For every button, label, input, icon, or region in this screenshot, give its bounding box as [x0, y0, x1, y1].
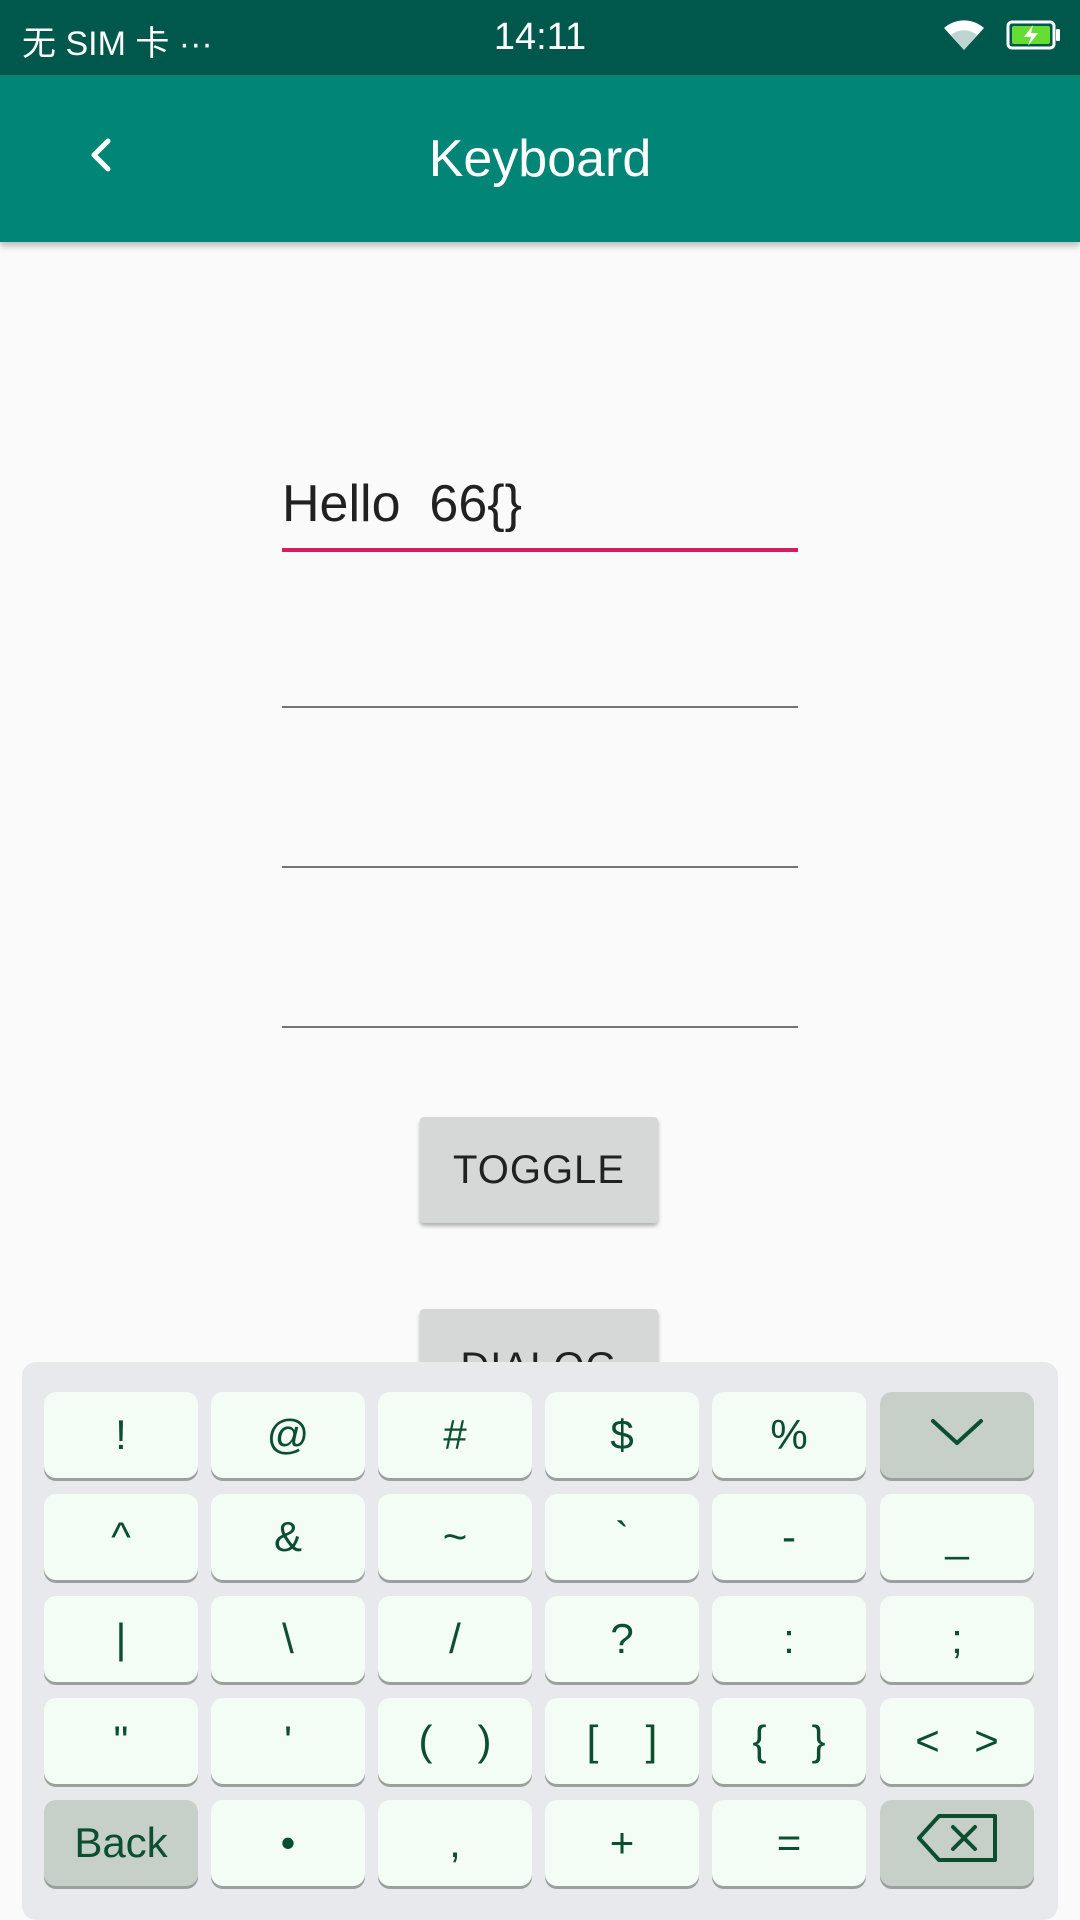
key-hyphen[interactable]: - — [712, 1494, 866, 1580]
key-comma[interactable]: , — [378, 1800, 532, 1886]
key-caret[interactable]: ^ — [44, 1494, 198, 1580]
key-angle-brackets[interactable]: < > — [880, 1698, 1034, 1784]
page-title: Keyboard — [428, 130, 652, 188]
key-question[interactable]: ? — [545, 1596, 699, 1682]
key-brace-close: } — [811, 1717, 826, 1764]
key-parenthesis-open: ( — [418, 1717, 433, 1764]
key-bracket-close: ] — [645, 1717, 658, 1764]
text-field-3[interactable] — [282, 786, 798, 868]
battery-charging-icon — [1006, 19, 1062, 56]
clock: 14:11 — [493, 16, 587, 58]
toggle-button[interactable]: TOGGLE — [420, 1117, 658, 1223]
key-exclamation[interactable]: ! — [44, 1392, 198, 1478]
symbol-keyboard: ! @ # $ % ^ & ~ ` - _ | \ / ? : ; " ' ()… — [22, 1362, 1058, 1920]
chevron-down-icon — [929, 1411, 985, 1459]
text-field-1[interactable]: Hello 66{} — [282, 468, 798, 552]
key-greater-than: > — [974, 1717, 999, 1764]
key-colon[interactable]: : — [712, 1596, 866, 1682]
key-equals[interactable]: = — [712, 1800, 866, 1886]
status-bar: 无 SIM 卡 ··· 14:11 — [0, 0, 1080, 75]
key-plus[interactable]: + — [545, 1800, 699, 1886]
key-underscore[interactable]: _ — [880, 1494, 1034, 1580]
delete-key[interactable] — [880, 1800, 1034, 1886]
status-icons — [942, 18, 1062, 57]
key-parentheses[interactable]: () — [378, 1698, 532, 1784]
key-dollar[interactable]: $ — [545, 1392, 699, 1478]
key-brackets[interactable]: [] — [545, 1698, 699, 1784]
key-pipe[interactable]: | — [44, 1596, 198, 1682]
hide-keyboard-key[interactable] — [880, 1392, 1034, 1478]
key-hash[interactable]: # — [378, 1392, 532, 1478]
wifi-icon — [942, 18, 986, 57]
key-at[interactable]: @ — [211, 1392, 365, 1478]
text-field-1-value: Hello 66{} — [282, 475, 522, 533]
key-less-than: < — [915, 1717, 940, 1764]
text-field-4[interactable] — [282, 946, 798, 1028]
key-bracket-open: [ — [586, 1717, 599, 1764]
key-tilde[interactable]: ~ — [378, 1494, 532, 1580]
key-bullet[interactable]: • — [211, 1800, 365, 1886]
key-braces[interactable]: {} — [712, 1698, 866, 1784]
key-parenthesis-close: ) — [477, 1717, 492, 1764]
key-backslash[interactable]: \ — [211, 1596, 365, 1682]
key-double-quote[interactable]: " — [44, 1698, 198, 1784]
key-ampersand[interactable]: & — [211, 1494, 365, 1580]
key-percent[interactable]: % — [712, 1392, 866, 1478]
key-single-quote[interactable]: ' — [211, 1698, 365, 1784]
key-slash[interactable]: / — [378, 1596, 532, 1682]
key-backtick[interactable]: ` — [545, 1494, 699, 1580]
backspace-icon — [915, 1812, 999, 1874]
text-field-2[interactable] — [282, 626, 798, 708]
key-semicolon[interactable]: ; — [880, 1596, 1034, 1682]
app-bar: Keyboard — [0, 75, 1080, 242]
key-brace-open: { — [752, 1717, 767, 1764]
back-key[interactable]: Back — [44, 1800, 198, 1886]
